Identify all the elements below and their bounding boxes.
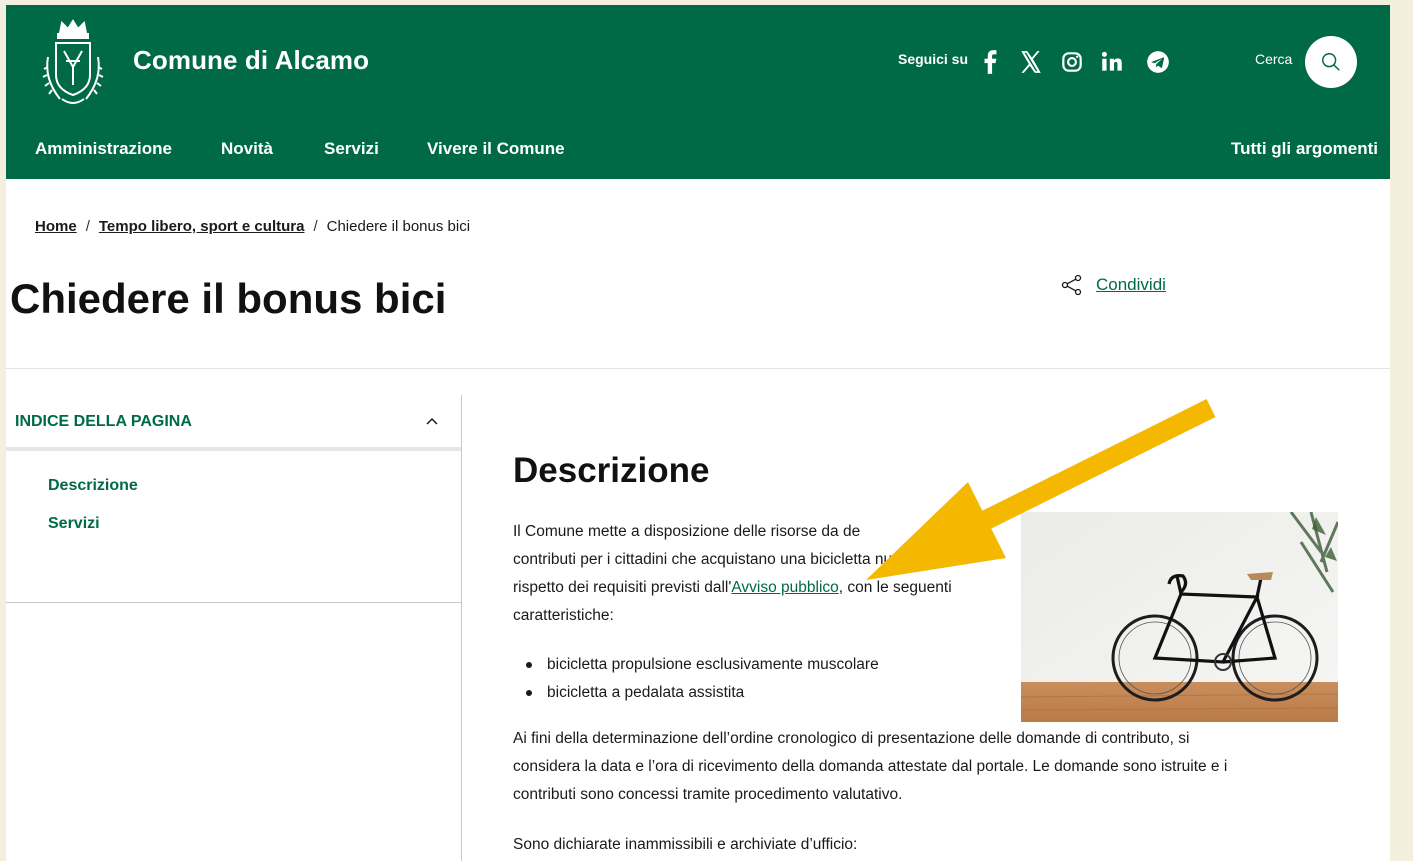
telegram-icon[interactable] xyxy=(1145,49,1171,75)
nav-item-vivere-il-comune[interactable]: Vivere il Comune xyxy=(427,139,565,159)
site-title[interactable]: Comune di Alcamo xyxy=(133,45,369,76)
list-item: bicicletta propulsione esclusivamente mu… xyxy=(513,651,879,679)
nav-item-novita[interactable]: Novità xyxy=(221,139,273,159)
breadcrumb-current: Chiedere il bonus bici xyxy=(326,218,471,235)
search-icon xyxy=(1322,53,1340,71)
browser-viewport: Comune di Alcamo Seguici su Cerca Ammini… xyxy=(6,5,1390,861)
main-nav xyxy=(6,117,1390,179)
share-icon xyxy=(1061,274,1082,296)
chevron-up-icon[interactable] xyxy=(424,415,440,427)
divider xyxy=(6,368,1390,369)
list-item: bicicletta a pedalata assistita xyxy=(513,679,879,707)
section-title-descrizione: Descrizione xyxy=(513,451,710,490)
toc-progress-bar xyxy=(6,447,462,451)
nav-item-amministrazione[interactable]: Amministrazione xyxy=(35,139,172,159)
toc-item-descrizione[interactable]: Descrizione xyxy=(48,477,138,495)
bike-type-list: bicicletta propulsione esclusivamente mu… xyxy=(513,651,879,707)
toc-title[interactable]: INDICE DELLA PAGINA xyxy=(15,413,192,431)
annotation-arrow-icon xyxy=(866,399,1216,580)
share-button[interactable]: Condividi xyxy=(1060,273,1166,297)
linkedin-icon[interactable] xyxy=(1099,49,1125,75)
intro-line-4: caratteristiche: xyxy=(513,607,614,624)
chronology-paragraph: Ai fini della determinazione dell’ordine… xyxy=(513,725,1227,809)
page-title: Chiedere il bonus bici xyxy=(10,275,447,322)
site-header: Comune di Alcamo Seguici su Cerca xyxy=(6,5,1390,117)
nav-item-servizi[interactable]: Servizi xyxy=(324,139,379,159)
breadcrumb-category-link[interactable]: Tempo libero, sport e cultura xyxy=(99,218,305,235)
paragraph-line: considera la data e l’ora di ricevimento… xyxy=(513,758,1228,775)
breadcrumb-separator: / xyxy=(313,218,318,235)
follow-label: Seguici su xyxy=(898,51,969,67)
paragraph-line: contributi sono concessi tramite procedi… xyxy=(513,786,903,803)
intro-line-3-before: rispetto dei requisiti previsti dall' xyxy=(513,579,732,596)
instagram-icon[interactable] xyxy=(1059,49,1085,75)
breadcrumb-home-link[interactable]: Home xyxy=(35,218,77,235)
nav-item-tutti-gli-argomenti[interactable]: Tutti gli argomenti xyxy=(1231,139,1378,159)
search-button[interactable] xyxy=(1305,36,1357,88)
city-crest-logo[interactable] xyxy=(40,17,106,109)
avviso-pubblico-link[interactable]: Avviso pubblico xyxy=(731,579,838,596)
inadmissible-paragraph: Sono dichiarate inammissibili e archivia… xyxy=(513,836,858,853)
facebook-icon[interactable] xyxy=(978,49,1004,75)
column-divider xyxy=(461,395,462,861)
search-label[interactable]: Cerca xyxy=(1255,51,1292,67)
breadcrumb: Home / Tempo libero, sport e cultura / Chied… xyxy=(35,218,470,235)
paragraph-line: Ai fini della determinazione dell’ordine… xyxy=(513,730,1190,747)
breadcrumb-separator: / xyxy=(85,218,90,235)
toc-bottom-divider xyxy=(6,602,462,603)
toc-item-servizi[interactable]: Servizi xyxy=(48,515,100,533)
x-icon[interactable] xyxy=(1018,49,1044,75)
share-label[interactable]: Condividi xyxy=(1096,275,1166,295)
